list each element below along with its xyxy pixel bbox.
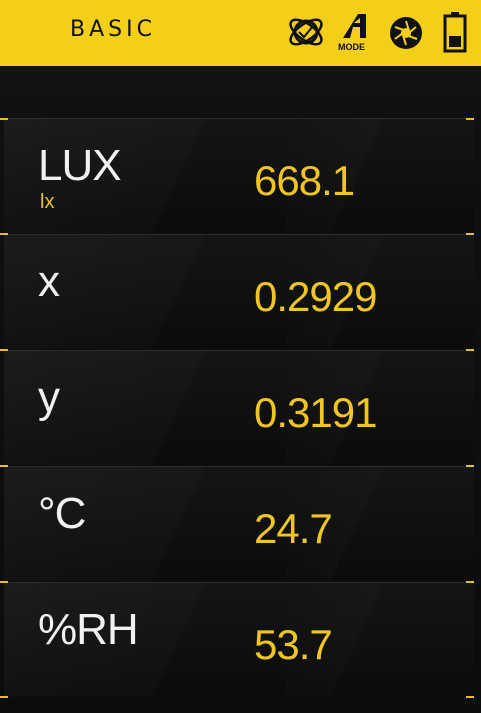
frame-tick [466, 349, 474, 351]
reading-value: 53.7 [254, 621, 333, 668]
frame-tick [0, 233, 8, 235]
reading-value: 668.1 [254, 157, 355, 204]
frame-tick [0, 581, 8, 583]
frame-tick [0, 696, 8, 698]
reading-row-x[interactable]: x 0.2929 [4, 234, 474, 349]
frame-tick [0, 465, 8, 467]
reading-unit: lx [40, 191, 55, 213]
frame-tick [466, 465, 474, 467]
reading-label: LUX [38, 141, 122, 190]
reading-value: 24.7 [254, 505, 333, 552]
reading-label: x [38, 257, 60, 306]
reading-value: 0.2929 [254, 273, 377, 320]
battery-icon [443, 12, 467, 53]
mode-icon[interactable] [340, 10, 370, 40]
reading-value: 0.3191 [254, 389, 377, 436]
readings-panel: LUX lx 668.1 x 0.2929 y 0.3191 °C 24.7 %… [0, 66, 481, 713]
frame-tick [466, 696, 474, 698]
page-title: BASIC [70, 17, 156, 42]
frame-tick [466, 581, 474, 583]
reading-label: %RH [38, 605, 139, 654]
reading-label: y [38, 373, 60, 422]
reading-row-temperature[interactable]: °C 24.7 [4, 466, 474, 581]
mode-label: MODE [338, 42, 365, 52]
reading-label: °C [38, 489, 86, 538]
frame-tick [0, 118, 8, 120]
frame-tick [0, 349, 8, 351]
reading-row-lux[interactable]: LUX lx 668.1 [4, 118, 474, 233]
reading-row-y[interactable]: y 0.3191 [4, 350, 474, 465]
reading-row-humidity[interactable]: %RH 53.7 [4, 582, 474, 697]
frame-tick [466, 118, 474, 120]
frame-tick [466, 233, 474, 235]
top-bar: BASIC MODE [0, 0, 481, 66]
aperture-icon[interactable] [388, 15, 424, 51]
target-orbit-icon[interactable] [285, 11, 327, 53]
